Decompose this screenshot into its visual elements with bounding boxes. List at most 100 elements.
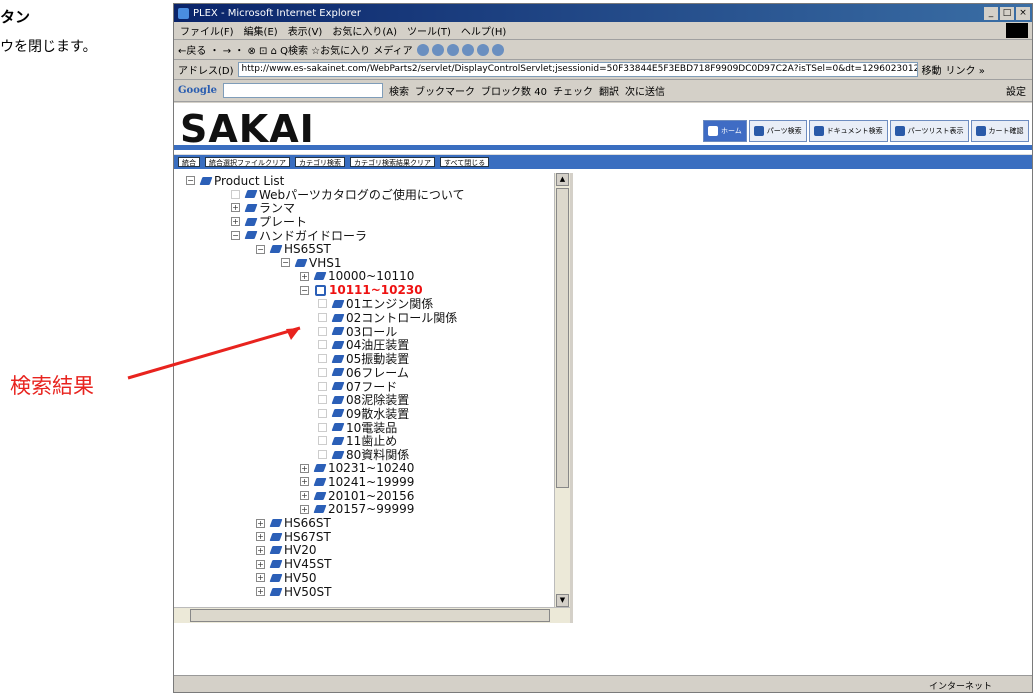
document-icon [331,423,345,432]
nav-tab[interactable]: パーツリスト表示 [889,120,969,142]
action-button[interactable]: すべて閉じる [440,157,490,167]
sakai-header: SAKAI ホーム パーツ検索 ドキュメント検索 パーツリスト表示 カート確認 [174,103,1032,155]
tab-icon [813,126,824,136]
expand-icon[interactable]: + [300,271,309,281]
expand-icon[interactable]: + [300,463,309,473]
document-icon [244,190,258,199]
settings-button[interactable]: 設定 [1006,83,1026,98]
maximize-button[interactable]: □ [1000,6,1014,20]
leaf-icon [318,367,327,377]
document-icon [269,560,283,569]
menu-item[interactable]: 表示(V) [288,23,323,38]
send-button[interactable]: 次に送信 [625,83,665,98]
expand-icon[interactable]: + [231,217,240,227]
tree-node-label[interactable]: HS65ST [284,242,331,256]
tab-label: パーツリスト表示 [907,127,964,135]
translate-button[interactable]: 翻訳 [599,83,619,98]
expand-icon[interactable]: + [256,545,265,555]
tree-node-label[interactable]: 10000~10110 [328,269,414,283]
tree-node-label[interactable]: 20101~20156 [328,489,414,503]
tree-node-label[interactable]: 10231~10240 [328,461,414,475]
collapse-icon[interactable]: − [281,258,290,268]
expand-icon[interactable]: + [231,203,240,213]
document-icon [244,231,258,240]
document-icon [331,340,345,349]
document-icon [269,519,283,527]
document-icon [269,587,283,596]
leaf-icon [318,395,327,405]
tree-node-label[interactable]: HV50 [284,571,317,585]
leaf-icon [318,450,327,459]
nav-tab[interactable]: パーツ検索 [748,120,807,142]
scroll-down-icon[interactable]: ▼ [556,594,569,607]
action-button[interactable]: 統合選択ファイルクリア [205,157,290,167]
expand-icon[interactable]: + [256,518,265,528]
browser-window: PLEX - Microsoft Internet Explorer _ □ ×… [173,3,1033,693]
menu-item[interactable]: 編集(E) [244,23,278,38]
document-icon [313,505,327,514]
bookmarks-button[interactable]: ブックマーク [415,83,475,98]
action-button[interactable]: 統合 [178,157,200,167]
tree-node-label[interactable]: HV50ST [284,585,331,599]
expand-icon[interactable]: + [300,477,309,487]
expand-icon[interactable]: + [256,573,265,583]
scroll-thumb[interactable] [556,188,569,488]
nav-tab[interactable]: ホーム [703,120,747,142]
close-button[interactable]: × [1016,6,1030,20]
popup-block-button[interactable]: ブロック数 40 [481,83,547,98]
page-content: SAKAI ホーム パーツ検索 ドキュメント検索 パーツリスト表示 カート確認 統合 統合… [174,103,1032,675]
nav-tab[interactable]: ドキュメント検索 [808,120,888,142]
minimize-button[interactable]: _ [984,6,998,20]
tree-node-label[interactable]: HV45ST [284,557,331,571]
document-icon [313,477,327,486]
tree-node-label[interactable]: HS67ST [284,530,331,544]
address-input[interactable]: http://www.es-sakainet.com/WebParts2/ser… [237,62,918,77]
google-search-button[interactable]: 検索 [389,83,409,98]
tree-node-label[interactable]: HV20 [284,543,317,557]
toolbar: ←戻る ・ → ・ ⊗ ⊡ ⌂ Q検索 ☆お気に入り メディア [174,40,1032,60]
google-logo[interactable]: Google [178,85,217,96]
tree-node-label[interactable]: VHS1 [309,256,341,270]
tree-node[interactable]: + HV50ST [256,584,331,599]
menu-item[interactable]: ツール(T) [407,23,451,38]
document-icon [199,176,213,185]
document-icon [331,354,345,363]
document-icon [331,382,345,390]
document-icon [331,368,345,377]
action-button[interactable]: カテゴリ検索結果クリア [350,157,435,167]
document-icon [269,546,283,555]
menu-item[interactable]: ファイル(F) [180,23,234,38]
product-tree: − Product List Webパーツカタログのご使用について + ランマ + プレート… [174,171,554,599]
toolbar-buttons[interactable]: ←戻る ・ → ・ ⊗ ⊡ ⌂ Q検索 ☆お気に入り メディア [178,42,413,57]
expand-icon[interactable]: + [300,491,309,501]
action-button[interactable]: カテゴリ検索 [295,157,345,167]
scroll-up-icon[interactable]: ▲ [556,173,569,186]
expand-icon[interactable]: + [300,504,309,514]
collapse-icon[interactable]: − [300,285,309,295]
expand-icon[interactable]: + [256,559,265,569]
action-button-row: 統合 統合選択ファイルクリア カテゴリ検索 カテゴリ検索結果クリア すべて閉じる [174,155,1032,169]
nav-tab[interactable]: カート確認 [970,120,1029,142]
menu-item[interactable]: ヘルプ(H) [461,23,506,38]
expand-icon[interactable]: + [256,587,265,596]
tree-node-label[interactable]: 10241~19999 [328,475,414,489]
hscroll-thumb[interactable] [190,609,550,622]
go-button[interactable]: 移動 [922,62,942,77]
tree-node-label[interactable]: 20157~99999 [328,502,414,516]
collapse-icon[interactable]: − [256,244,265,254]
tree-horizontal-scrollbar[interactable] [174,607,570,623]
check-button[interactable]: チェック [553,83,593,98]
collapse-icon[interactable]: − [186,176,195,185]
expand-icon[interactable]: + [256,532,265,542]
links-button[interactable]: リンク » [946,62,985,77]
collapse-icon[interactable]: − [231,230,240,240]
document-icon [331,409,345,418]
status-zone: インターネット [928,682,992,692]
tree-node-label[interactable]: HS66ST [284,516,331,530]
menu-item[interactable]: お気に入り(A) [332,23,397,38]
leaf-icon [318,381,327,391]
google-search-input[interactable] [223,83,384,98]
tab-label: ドキュメント検索 [826,127,883,135]
frame-divider[interactable] [570,173,573,623]
tree-vertical-scrollbar[interactable]: ▲ ▼ [554,173,570,607]
